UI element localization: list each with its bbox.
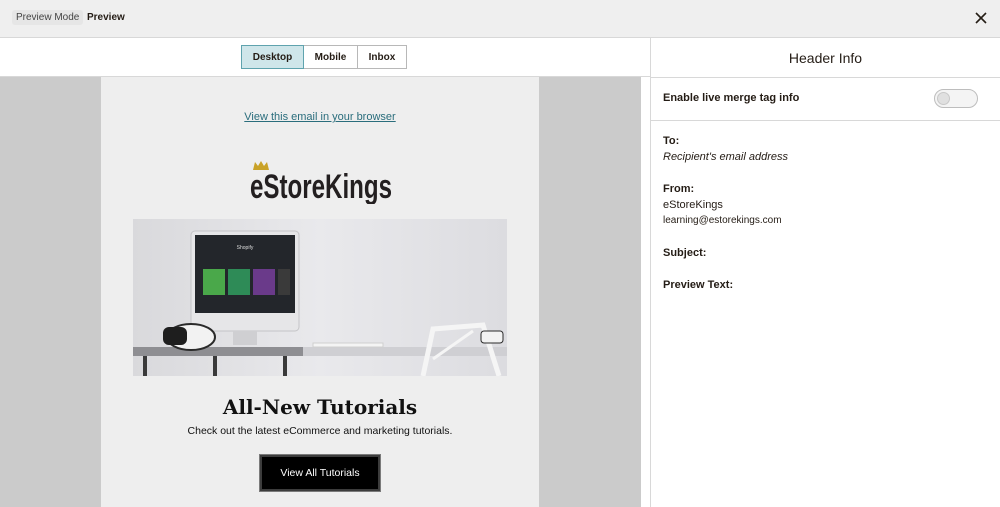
from-name: eStoreKings <box>663 199 723 211</box>
header-info-panel: Header Info Enable live merge tag info T… <box>651 38 1000 507</box>
email-canvas[interactable]: View this email in your browser eStoreKi… <box>0 77 641 507</box>
merge-tag-row: Enable live merge tag info <box>651 78 1000 121</box>
page-title: Preview <box>87 12 125 23</box>
merge-tag-toggle[interactable] <box>934 89 978 108</box>
merge-tag-label: Enable live merge tag info <box>663 92 800 104</box>
preview-text-label: Preview Text: <box>663 279 734 291</box>
email-heading: All-New Tutorials <box>222 395 418 419</box>
from-label: From: <box>663 183 695 195</box>
hero-image: Shopify <box>133 219 507 376</box>
tab-inbox[interactable]: Inbox <box>357 45 407 69</box>
preview-mode-label: Preview Mode <box>12 10 84 25</box>
email-body: View this email in your browser eStoreKi… <box>101 77 539 507</box>
top-bar: Preview Mode Preview <box>0 0 1000 38</box>
from-email: learning@estorekings.com <box>663 215 782 226</box>
subject-label: Subject: <box>663 247 707 259</box>
device-tabs: Desktop Mobile Inbox <box>241 45 407 69</box>
tab-desktop[interactable]: Desktop <box>241 45 304 69</box>
view-all-tutorials-button[interactable]: View All Tutorials <box>259 454 381 492</box>
email-subheading: Check out the latest eCommerce and marke… <box>187 425 453 437</box>
to-value: Recipient's email address <box>663 151 788 163</box>
close-button[interactable] <box>971 8 991 28</box>
close-icon <box>975 12 987 24</box>
device-tab-bar: Desktop Mobile Inbox <box>0 38 651 77</box>
toggle-knob <box>937 92 950 105</box>
hero-screen-title: Shopify <box>237 245 254 251</box>
view-in-browser-link[interactable]: View this email in your browser <box>101 111 539 123</box>
panel-header: Header Info <box>651 38 1000 78</box>
tab-mobile[interactable]: Mobile <box>303 45 358 69</box>
preview-pane: Desktop Mobile Inbox View this email in … <box>0 38 651 507</box>
estorekings-logo: eStoreKings <box>250 161 392 204</box>
to-label: To: <box>663 135 680 147</box>
logo-text: eStoreKings <box>250 168 392 204</box>
